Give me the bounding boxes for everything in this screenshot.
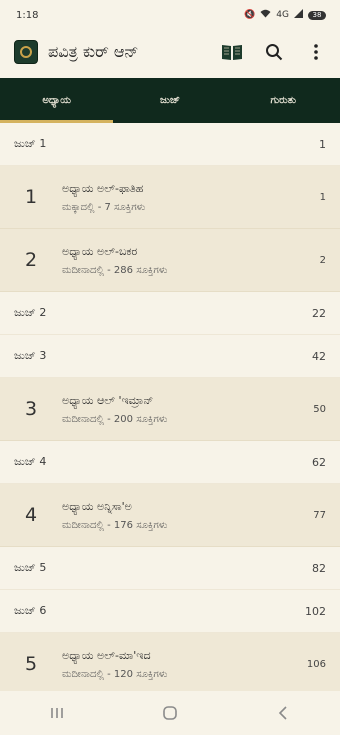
tab-juz[interactable]: ಜುಜ್ bbox=[113, 78, 226, 123]
juz-row[interactable]: ಜುಜ್ 4 62 bbox=[0, 441, 340, 484]
chapter-number: 5 bbox=[24, 653, 38, 675]
quran-logo-icon bbox=[14, 40, 38, 64]
juz-row[interactable]: ಜುಜ್ 3 42 bbox=[0, 335, 340, 378]
chapter-name: ಅಧ್ಯಾಯ ಅನ್ನಿಸಾ'ಅ bbox=[62, 499, 132, 513]
status-icons: 🔇 4G 38 bbox=[244, 9, 326, 21]
juz-row[interactable]: ಜುಜ್ 2 22 bbox=[0, 292, 340, 335]
juz-label: ಜುಜ್ 5 bbox=[14, 561, 47, 574]
recents-icon[interactable] bbox=[37, 698, 77, 728]
app-bar: ಪವಿತ್ರ ಕುರ್ ಆನ್ bbox=[0, 30, 340, 74]
chapter-row[interactable]: 1 ಅಧ್ಯಾಯ ಅಲ್-ಫಾತಿಹ ಮಕ್ಕಾದಲ್ಲಿ - 7 ಸೂಕ್ತಿ… bbox=[0, 166, 340, 229]
status-bar: 1:18 🔇 4G 38 bbox=[0, 0, 340, 30]
juz-label: ಜುಜ್ 4 bbox=[14, 455, 47, 468]
mute-icon: 🔇 bbox=[244, 10, 256, 20]
juz-label: ಜುಜ್ 2 bbox=[14, 306, 47, 319]
search-icon[interactable] bbox=[262, 40, 286, 64]
tab-bookmarks[interactable]: ಗುರುತು bbox=[227, 78, 340, 123]
chapter-number: 1 bbox=[24, 186, 38, 208]
chapter-page: 50 bbox=[313, 403, 326, 415]
juz-page: 102 bbox=[305, 604, 326, 618]
back-icon[interactable] bbox=[263, 698, 303, 728]
chapter-number: 2 bbox=[24, 249, 38, 271]
chapter-list: ಜುಜ್ 1 1 1 ಅಧ್ಯಾಯ ಅಲ್-ಫಾತಿಹ ಮಕ್ಕಾದಲ್ಲಿ -… bbox=[0, 123, 340, 691]
wifi-icon bbox=[260, 9, 271, 21]
chapter-info: ಮದೀನಾದಲ್ಲಿ - 176 ಸೂಕ್ತಿಗಳು bbox=[62, 519, 168, 531]
tab-chapter[interactable]: ಅಧ್ಯಾಯ bbox=[0, 78, 114, 123]
chapter-info: ಮದೀನಾದಲ್ಲಿ - 120 ಸೂಕ್ತಿಗಳು bbox=[62, 668, 168, 680]
chapter-page: 77 bbox=[313, 509, 326, 521]
chapter-page: 106 bbox=[306, 658, 326, 670]
chapter-row[interactable]: 2 ಅಧ್ಯಾಯ ಅಲ್-ಬಕರ ಮದೀನಾದಲ್ಲಿ - 286 ಸೂಕ್ತಿ… bbox=[0, 229, 340, 292]
chapter-number: 4 bbox=[24, 504, 38, 526]
chapter-name: ಅಧ್ಯಾಯ ಆಲ್ 'ಇಮ್ರಾನ್ bbox=[62, 393, 154, 407]
juz-page: 1 bbox=[319, 137, 326, 151]
more-vert-icon[interactable] bbox=[304, 40, 328, 64]
juz-row[interactable]: ಜುಜ್ 5 82 bbox=[0, 547, 340, 590]
juz-page: 82 bbox=[312, 561, 326, 575]
chapter-name: ಅಧ್ಯಾಯ ಅಲ್-ಫಾತಿಹ bbox=[62, 181, 144, 195]
chapter-row[interactable]: 5 ಅಧ್ಯಾಯ ಅಲ್-ಮಾ'ಇದ ಮದೀನಾದಲ್ಲಿ - 120 ಸೂಕ್… bbox=[0, 633, 340, 691]
chapter-name: ಅಧ್ಯಾಯ ಅಲ್-ಬಕರ bbox=[62, 244, 138, 258]
juz-label: ಜುಜ್ 1 bbox=[14, 137, 47, 150]
status-time: 1:18 bbox=[16, 9, 39, 21]
juz-page: 42 bbox=[312, 349, 326, 363]
app-title: ಪವಿತ್ರ ಕುರ್ ಆನ್ bbox=[48, 42, 139, 61]
juz-label: ಜುಜ್ 6 bbox=[14, 604, 47, 617]
chapter-page: 1 bbox=[319, 191, 326, 203]
tab-bar: ಅಧ್ಯಾಯ ಜುಜ್ ಗುರುತು bbox=[0, 78, 340, 123]
juz-page: 62 bbox=[312, 455, 326, 469]
chapter-row[interactable]: 4 ಅಧ್ಯಾಯ ಅನ್ನಿಸಾ'ಅ ಮದೀನಾದಲ್ಲಿ - 176 ಸೂಕ್… bbox=[0, 484, 340, 547]
juz-page: 22 bbox=[312, 306, 326, 320]
chapter-info: ಮದೀನಾದಲ್ಲಿ - 200 ಸೂಕ್ತಿಗಳು bbox=[62, 413, 168, 425]
juz-label: ಜುಜ್ 3 bbox=[14, 349, 47, 362]
home-icon[interactable] bbox=[150, 698, 190, 728]
chapter-info: ಮಕ್ಕಾದಲ್ಲಿ - 7 ಸೂಕ್ತಿಗಳು bbox=[62, 201, 146, 213]
battery-icon: 38 bbox=[308, 10, 326, 20]
chapter-name: ಅಧ್ಯಾಯ ಅಲ್-ಮಾ'ಇದ bbox=[62, 648, 151, 662]
chapter-row[interactable]: 3 ಅಧ್ಯಾಯ ಆಲ್ 'ಇಮ್ರಾನ್ ಮದೀನಾದಲ್ಲಿ - 200 ಸ… bbox=[0, 378, 340, 441]
juz-row[interactable]: ಜುಜ್ 6 102 bbox=[0, 590, 340, 633]
chapter-number: 3 bbox=[24, 398, 38, 420]
system-nav-bar bbox=[0, 691, 340, 735]
juz-row[interactable]: ಜುಜ್ 1 1 bbox=[0, 123, 340, 166]
signal-icon bbox=[294, 9, 303, 21]
network-type: 4G bbox=[276, 10, 289, 20]
open-book-icon[interactable] bbox=[220, 40, 244, 64]
chapter-info: ಮದೀನಾದಲ್ಲಿ - 286 ಸೂಕ್ತಿಗಳು bbox=[62, 264, 168, 276]
chapter-page: 2 bbox=[319, 254, 326, 266]
